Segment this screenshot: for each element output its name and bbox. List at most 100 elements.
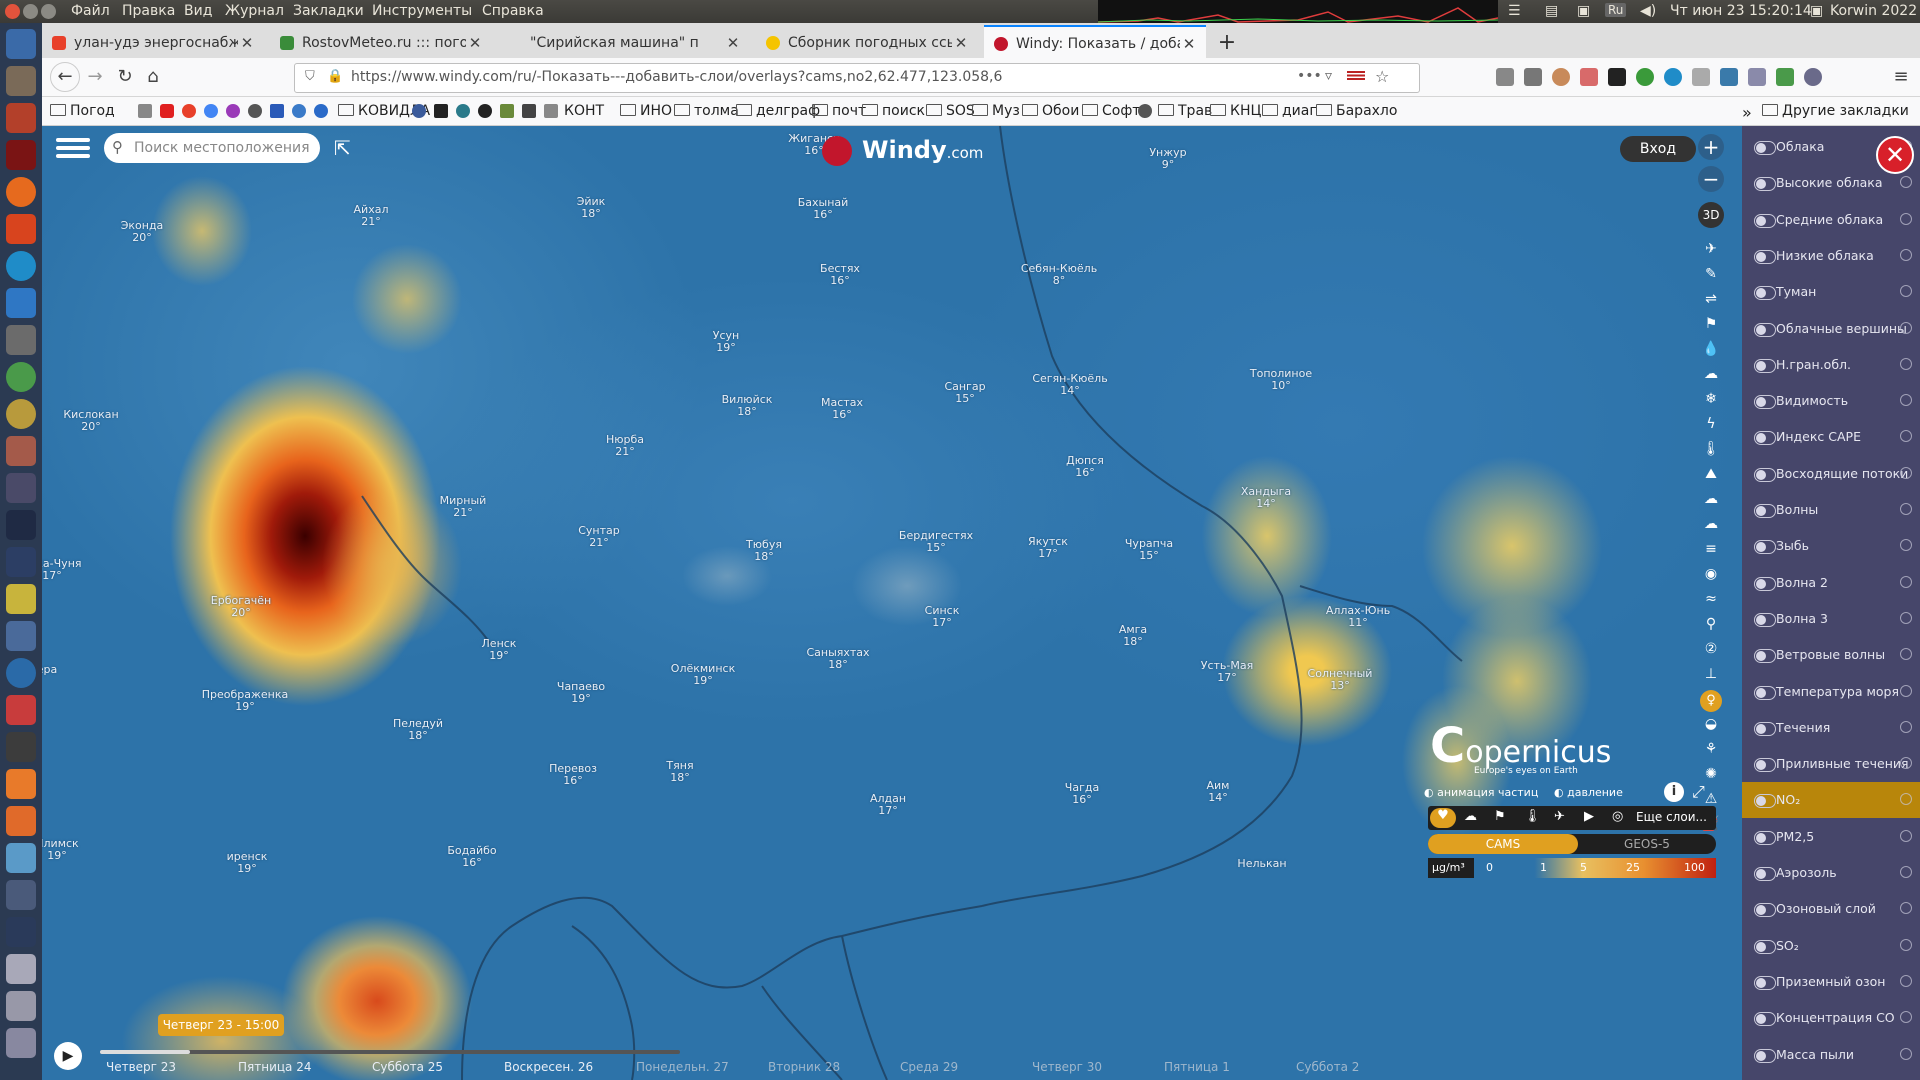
layer-toggle[interactable]	[1754, 576, 1776, 591]
city-label[interactable]: Ленск 19°	[482, 638, 517, 662]
plane-layer-icon[interactable]: ✈	[1554, 809, 1565, 824]
bookmark-icon[interactable]	[456, 104, 470, 118]
city-label[interactable]: Алдан 17°	[870, 793, 906, 817]
menu-file[interactable]: Файл	[71, 3, 110, 19]
camera-layer-icon[interactable]: ▶	[1584, 809, 1594, 824]
bookmark-folder[interactable]: Другие закладки	[1762, 103, 1909, 119]
cloud-icon[interactable]: ☁	[1700, 516, 1722, 534]
bookmark-folder[interactable]: КНЦ	[1210, 103, 1261, 119]
bookmark-icon[interactable]	[270, 104, 284, 118]
city-label[interactable]: Айхал 21°	[354, 204, 389, 228]
radar-layer-icon[interactable]: ◎	[1612, 809, 1623, 824]
lightning-icon[interactable]: ϟ	[1700, 416, 1722, 434]
search-box[interactable]: ⚲ Поиск местоположения	[104, 133, 320, 163]
layer-toggle[interactable]	[1754, 249, 1776, 264]
zoom-out-button[interactable]: −	[1698, 166, 1724, 192]
city-label[interactable]: Эконда 20°	[121, 220, 164, 244]
app-icon[interactable]	[6, 880, 36, 910]
bookmark-folder[interactable]: Трав	[1158, 103, 1212, 119]
extension-icon[interactable]	[1664, 68, 1682, 86]
wave-2-icon[interactable]: ②	[1700, 641, 1722, 659]
layer-toggle[interactable]	[1754, 431, 1776, 446]
city-label[interactable]: Амга 18°	[1119, 624, 1147, 648]
sidebar-icon[interactable]	[1524, 68, 1542, 86]
layer-item[interactable]: Восходящие потоки	[1742, 456, 1920, 492]
city-label[interactable]: Кислокан 20°	[63, 409, 118, 433]
layer-item[interactable]: Низкие облака	[1742, 238, 1920, 274]
pocket-icon[interactable]: ▿	[1325, 68, 1332, 84]
city-label[interactable]: Ербогачён 20°	[211, 595, 271, 619]
city-label[interactable]: Синск 17°	[925, 605, 960, 629]
bookmark-folder[interactable]: ИНО	[620, 103, 672, 119]
layer-toggle[interactable]	[1754, 794, 1776, 809]
minimize-window-icon[interactable]	[23, 4, 38, 19]
city-label[interactable]: Сегян-Кюёль 14°	[1032, 373, 1107, 397]
drive-icon[interactable]	[6, 1028, 36, 1058]
city-label[interactable]: Якутск 17°	[1028, 536, 1068, 560]
menu-tools[interactable]: Инструменты	[372, 3, 472, 19]
login-button[interactable]: Вход	[1620, 136, 1696, 162]
forward-button[interactable]: →	[82, 64, 108, 90]
layer-toggle[interactable]	[1754, 758, 1776, 773]
day-label[interactable]: Суббота 25	[372, 1060, 443, 1074]
city-label[interactable]: Чапаево 19°	[557, 681, 605, 705]
bookmark-folder[interactable]: Софт	[1082, 103, 1140, 119]
app-icon[interactable]	[6, 436, 36, 466]
edge-icon[interactable]	[6, 251, 36, 281]
city-label[interactable]: Саныяхтах 18°	[806, 647, 869, 671]
particles-toggle[interactable]: ◐ анимация частиц	[1424, 786, 1538, 799]
library-icon[interactable]	[1496, 68, 1514, 86]
settings-icon[interactable]	[6, 362, 36, 392]
city-label[interactable]: Олёкминск 19°	[671, 663, 735, 687]
layer-toggle[interactable]	[1754, 867, 1776, 881]
close-tab-icon[interactable]: ✕	[466, 34, 484, 52]
city-label[interactable]: ера	[42, 664, 57, 676]
globe-icon[interactable]	[1138, 104, 1152, 118]
bookmark-folder[interactable]: поиск	[862, 103, 925, 119]
layer-toggle[interactable]	[1754, 830, 1776, 845]
windy-map[interactable]: Жиганск 16° Эйик 18° Айхал 21° Эконда 20° Бахына…	[42, 126, 1742, 1080]
layer-item[interactable]: Индекс CAPE	[1742, 419, 1920, 455]
bookmark-folder[interactable]: Барахло	[1316, 103, 1397, 119]
city-label[interactable]: Мирный 21°	[440, 495, 487, 519]
address-bar[interactable]: ⛉ 🔒 https://www.windy.com/ru/-Показать--…	[294, 63, 1420, 93]
brave-icon[interactable]	[6, 214, 36, 244]
city-label[interactable]: Эйик 18°	[577, 196, 606, 220]
timeline-track[interactable]	[100, 1050, 680, 1054]
layer-item[interactable]: Волна 2	[1742, 565, 1920, 601]
bookmark-icon[interactable]	[314, 104, 328, 118]
layer-item[interactable]: Н.гран.обл.	[1742, 347, 1920, 383]
day-label[interactable]: Четверг 30	[1032, 1060, 1102, 1074]
rain-icon[interactable]: 💧	[1700, 341, 1722, 359]
user-icon[interactable]: ▣	[1810, 3, 1823, 19]
layer-item[interactable]: Масса пыли	[1742, 1037, 1920, 1073]
drive-icon[interactable]	[6, 991, 36, 1021]
city-label[interactable]: Вилюйск 18°	[722, 394, 773, 418]
model-cams[interactable]: CAMS	[1428, 834, 1578, 854]
bookmark-icon[interactable]	[226, 104, 240, 118]
layer-item[interactable]: Аэрозоль	[1742, 855, 1920, 891]
city-label[interactable]: Сунтар 21°	[578, 525, 620, 549]
menu-edit[interactable]: Правка	[122, 3, 175, 19]
bookmark-icon[interactable]	[522, 104, 536, 118]
layer-item[interactable]: Волны	[1742, 492, 1920, 528]
layer-toggle[interactable]	[1754, 322, 1776, 337]
extension-icon[interactable]	[1692, 68, 1710, 86]
app-icon[interactable]	[6, 843, 36, 873]
city-label[interactable]: Солнечный 13°	[1308, 668, 1373, 692]
menu-history[interactable]: Журнал	[225, 3, 284, 19]
day-label[interactable]: Понедельн. 27	[636, 1060, 729, 1074]
bookmark-folder[interactable]: толма	[674, 103, 739, 119]
account-icon[interactable]	[1804, 68, 1822, 86]
pm-icon[interactable]: ◒	[1700, 716, 1722, 734]
layer-item[interactable]: Концентрация CO	[1742, 1000, 1920, 1036]
layer-toggle[interactable]	[1754, 1012, 1776, 1027]
city-label[interactable]: Нюрба 21°	[606, 434, 644, 458]
layer-toggle[interactable]	[1754, 286, 1776, 301]
page-actions-icon[interactable]: •••	[1297, 68, 1322, 84]
layer-toggle[interactable]	[1754, 540, 1776, 555]
favorite-layer-icon[interactable]: ♥	[1430, 808, 1456, 828]
time-badge[interactable]: Четверг 23 - 15:00	[158, 1014, 284, 1036]
tab[interactable]: "Сирийская машина" п ✕	[498, 27, 750, 58]
temperature-icon[interactable]: 🌡	[1700, 441, 1722, 459]
